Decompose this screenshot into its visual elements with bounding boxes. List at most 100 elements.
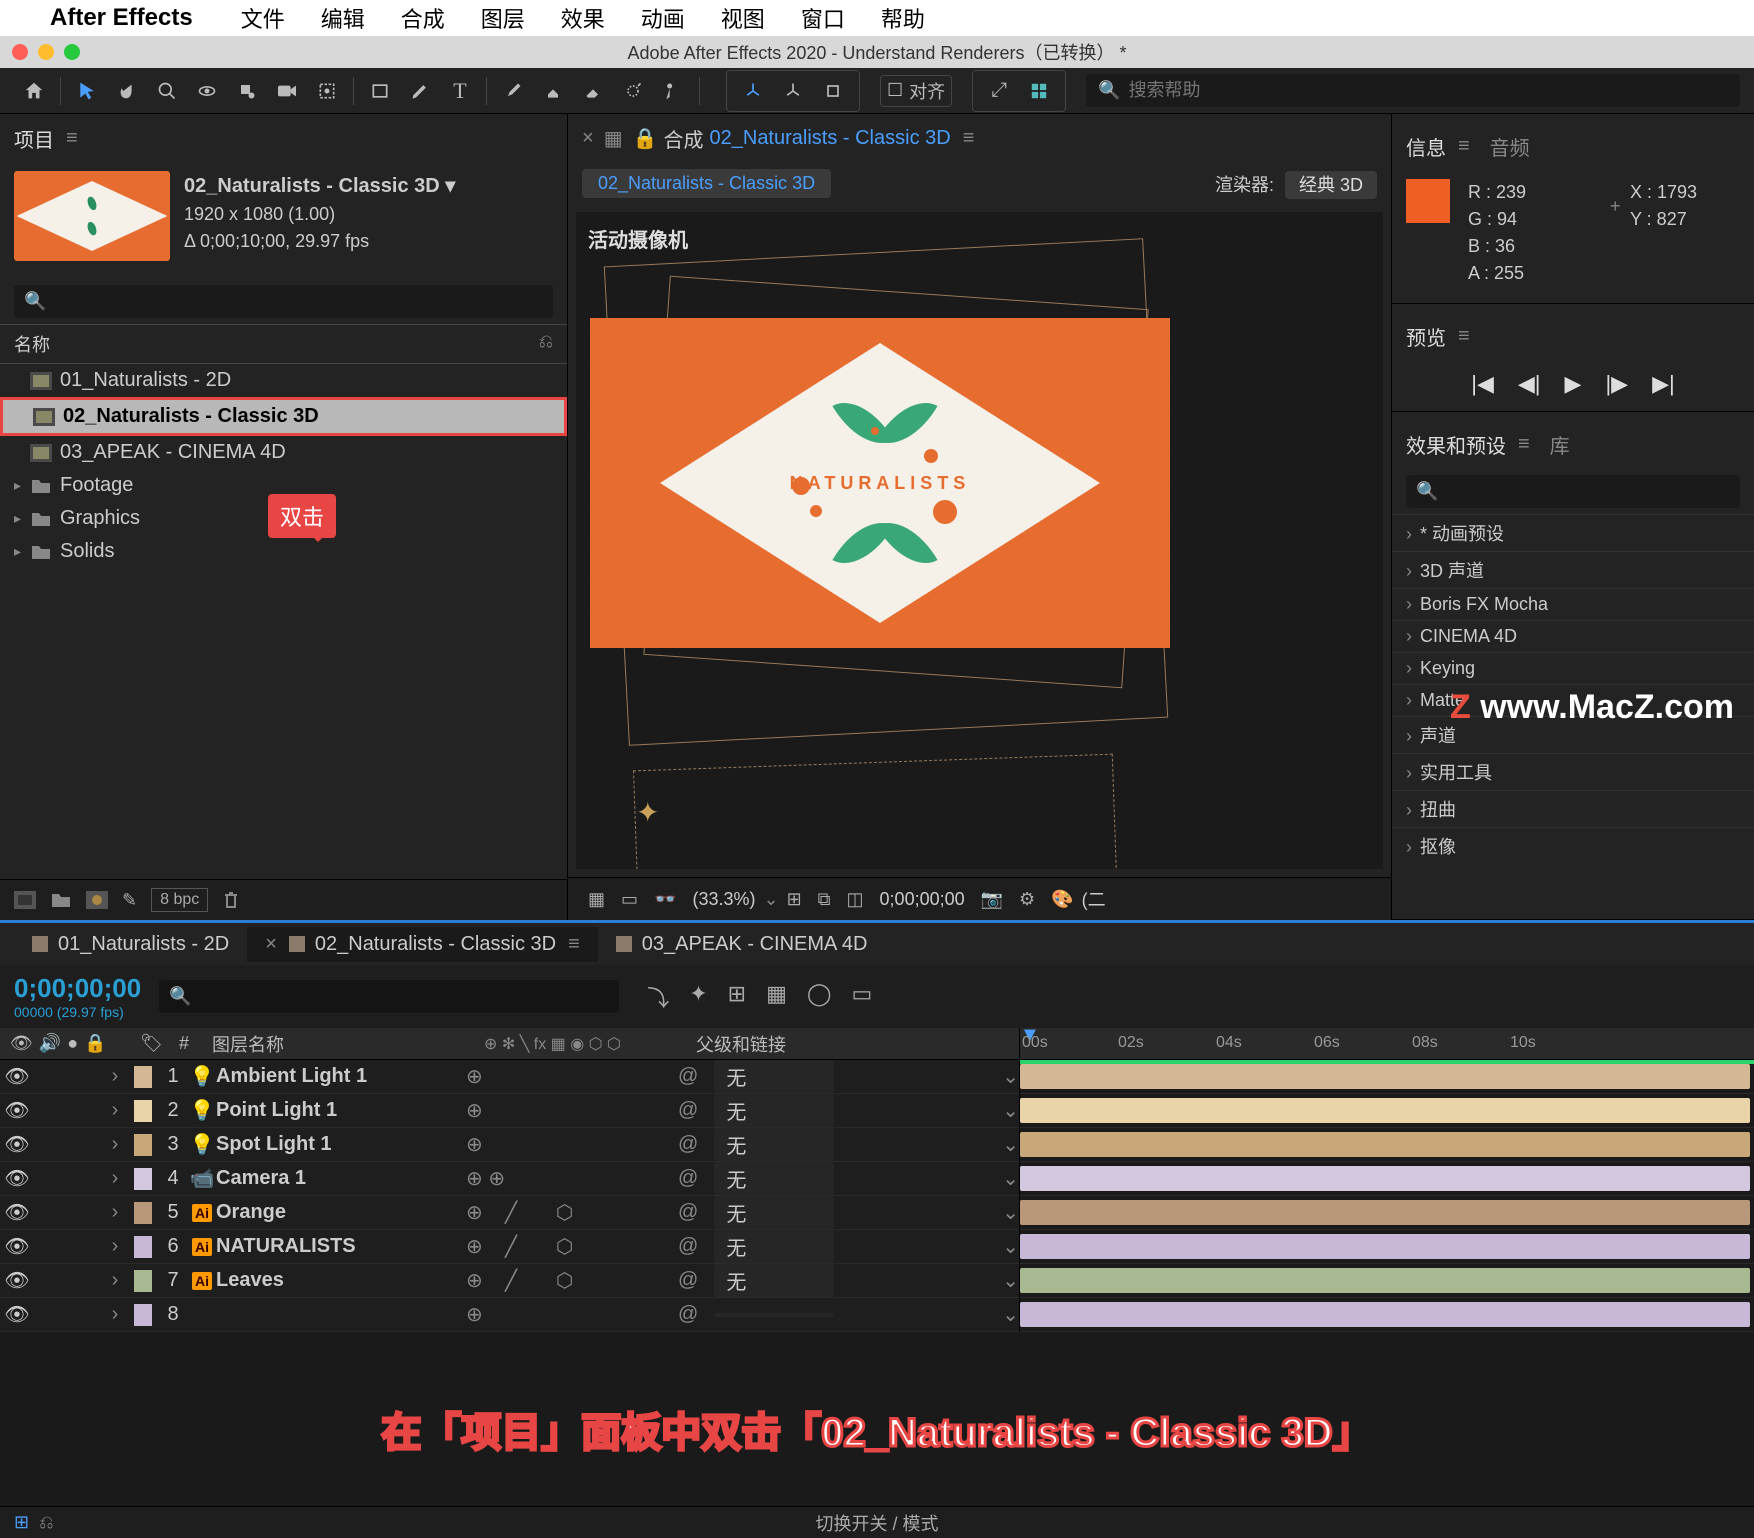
comp-tab[interactable]: 02_Naturalists - Classic 3D (710, 127, 951, 150)
zoom-level[interactable]: (33.3%) (692, 889, 755, 910)
orbit-tool[interactable] (189, 73, 225, 109)
twirl-icon[interactable]: › (102, 1167, 128, 1190)
timeline-search[interactable]: 🔍 (159, 980, 619, 1013)
brush-tool[interactable] (495, 73, 531, 109)
timeline-ruler[interactable]: ▼ 00s 02s 04s 06s 08s 10s (1020, 1028, 1754, 1332)
visibility-toggle[interactable]: 👁 (0, 1200, 34, 1225)
project-search-input[interactable] (46, 291, 543, 312)
layer-name[interactable]: Camera 1 (216, 1167, 466, 1190)
layer-switches[interactable]: ⊕ ╱ ⬡ (466, 1234, 666, 1259)
search-help-input[interactable] (1129, 80, 1728, 101)
twirl-icon[interactable]: › (102, 1269, 128, 1292)
track-row[interactable] (1020, 1094, 1754, 1128)
label-color[interactable] (134, 1134, 152, 1156)
layer-name[interactable]: NATURALISTS (216, 1235, 466, 1258)
layer-switches[interactable]: ⊕ (466, 1064, 666, 1089)
panel-menu-icon[interactable]: ≡ (568, 933, 580, 956)
person-icon[interactable]: ⤢ (981, 73, 1017, 109)
visibility-toggle[interactable]: 👁 (0, 1234, 34, 1259)
layer-switches[interactable]: ⊕ ╱ ⬡ (466, 1200, 666, 1225)
rotate-tool[interactable] (229, 73, 265, 109)
effects-tab[interactable]: 效果和预设 (1406, 430, 1506, 459)
visibility-toggle[interactable]: 👁 (0, 1268, 34, 1293)
layer-row[interactable]: 👁 › 4 📹 Camera 1 ⊕ ⊕ @无⌄ (0, 1162, 1019, 1196)
project-tab[interactable]: 项目 (14, 124, 54, 153)
twirl-icon[interactable]: › (102, 1099, 128, 1122)
search-help[interactable]: 🔍 (1086, 74, 1740, 107)
layer-name[interactable]: Ambient Light 1 (216, 1065, 466, 1088)
effects-search[interactable]: 🔍 (1406, 475, 1740, 508)
parent-link[interactable]: @无⌄ (666, 1162, 1019, 1195)
layer-duration-bar[interactable] (1020, 1302, 1750, 1327)
camera-tool[interactable] (269, 73, 305, 109)
menu-help[interactable]: 帮助 (881, 2, 925, 34)
layer-duration-bar[interactable] (1020, 1268, 1750, 1293)
label-color[interactable] (134, 1236, 152, 1258)
new-comp-icon[interactable] (86, 891, 108, 909)
layer-row[interactable]: 👁 › 7 Ai Leaves ⊕ ╱ ⬡ @无⌄ (0, 1264, 1019, 1298)
track-row[interactable] (1020, 1196, 1754, 1230)
layer-name[interactable]: Spot Light 1 (216, 1133, 466, 1156)
pickwhip-icon[interactable]: @ (678, 1303, 698, 1326)
eraser-tool[interactable] (575, 73, 611, 109)
track-row[interactable] (1020, 1162, 1754, 1196)
layer-duration-bar[interactable] (1020, 1098, 1750, 1123)
close-tab-icon[interactable]: × (265, 933, 277, 956)
label-color[interactable] (134, 1066, 152, 1088)
text-tool[interactable]: T (442, 73, 478, 109)
label-color[interactable] (134, 1168, 152, 1190)
effects-search-input[interactable] (1438, 481, 1730, 502)
twirl-icon[interactable]: › (102, 1201, 128, 1224)
view-axis-mode[interactable] (815, 73, 851, 109)
pickwhip-icon[interactable]: @ (678, 1235, 698, 1258)
timeline-tab[interactable]: 01_Naturalists - 2D (14, 927, 247, 962)
layer-switches[interactable]: ⊕ (466, 1132, 666, 1157)
project-item-comp-selected[interactable]: 02_Naturalists - Classic 3D (0, 397, 567, 436)
shy-icon[interactable]: ✦ (689, 981, 707, 1013)
label-color[interactable] (134, 1270, 152, 1292)
layer-row[interactable]: 👁 › 6 Ai NATURALISTS ⊕ ╱ ⬡ @无⌄ (0, 1230, 1019, 1264)
settings-icon[interactable] (1021, 73, 1057, 109)
composition-viewer[interactable]: 活动摄像机 NATURALISTS ✦ (576, 212, 1383, 869)
lock-icon[interactable]: 🔒 (633, 126, 658, 151)
app-name[interactable]: After Effects (50, 4, 193, 32)
track-row[interactable] (1020, 1128, 1754, 1162)
pickwhip-icon[interactable]: @ (678, 1269, 698, 1292)
track-row[interactable] (1020, 1298, 1754, 1332)
adobe-icon[interactable]: ✎ (122, 890, 137, 911)
visibility-toggle[interactable]: 👁 (0, 1064, 34, 1089)
project-item-comp[interactable]: 03_APEAK - CINEMA 4D (0, 436, 567, 469)
menu-layer[interactable]: 图层 (481, 2, 525, 34)
next-frame-button[interactable]: |▶ (1605, 371, 1628, 397)
label-column-icon[interactable]: 🏷 (140, 1033, 164, 1054)
label-color[interactable] (134, 1304, 152, 1326)
menu-view[interactable]: 视图 (721, 2, 765, 34)
play-button[interactable]: ▶ (1565, 371, 1582, 397)
project-item-folder[interactable]: ▸Solids (0, 535, 567, 568)
lock-column-icon[interactable]: 🔒 (84, 1033, 106, 1054)
effects-category[interactable]: 3D 声道 (1392, 551, 1754, 588)
toggle-switches-icon2[interactable]: ⎌ (39, 1512, 53, 1533)
toggle-switches-icon[interactable]: ⊞ (14, 1512, 29, 1533)
layer-row[interactable]: 👁 › 8 ⊕ @⌄ (0, 1298, 1019, 1332)
pickwhip-icon[interactable]: @ (678, 1133, 698, 1156)
pen-tool[interactable] (402, 73, 438, 109)
effects-category[interactable]: 扭曲 (1392, 790, 1754, 827)
display-mode[interactable]: (二 (1082, 886, 1106, 912)
layer-row[interactable]: 👁 › 3 💡 Spot Light 1 ⊕ @无⌄ (0, 1128, 1019, 1162)
clone-stamp-tool[interactable] (535, 73, 571, 109)
snapshot-icon[interactable]: 📷 (981, 889, 1003, 910)
visibility-toggle[interactable]: 👁 (0, 1098, 34, 1123)
trash-icon[interactable] (222, 890, 240, 910)
layer-duration-bar[interactable] (1020, 1200, 1750, 1225)
layer-switches[interactable]: ⊕ (466, 1302, 666, 1327)
layer-switches[interactable]: ⊕ (466, 1098, 666, 1123)
parent-link[interactable]: @无⌄ (666, 1060, 1019, 1093)
twirl-icon[interactable]: › (102, 1235, 128, 1258)
effects-category[interactable]: Boris FX Mocha (1392, 588, 1754, 620)
puppet-pin-tool[interactable] (655, 73, 691, 109)
layer-duration-bar[interactable] (1020, 1234, 1750, 1259)
panel-menu-icon[interactable]: ≡ (1458, 135, 1470, 158)
transparency-grid-icon[interactable]: ◫ (847, 889, 864, 910)
roto-brush-tool[interactable] (615, 73, 651, 109)
